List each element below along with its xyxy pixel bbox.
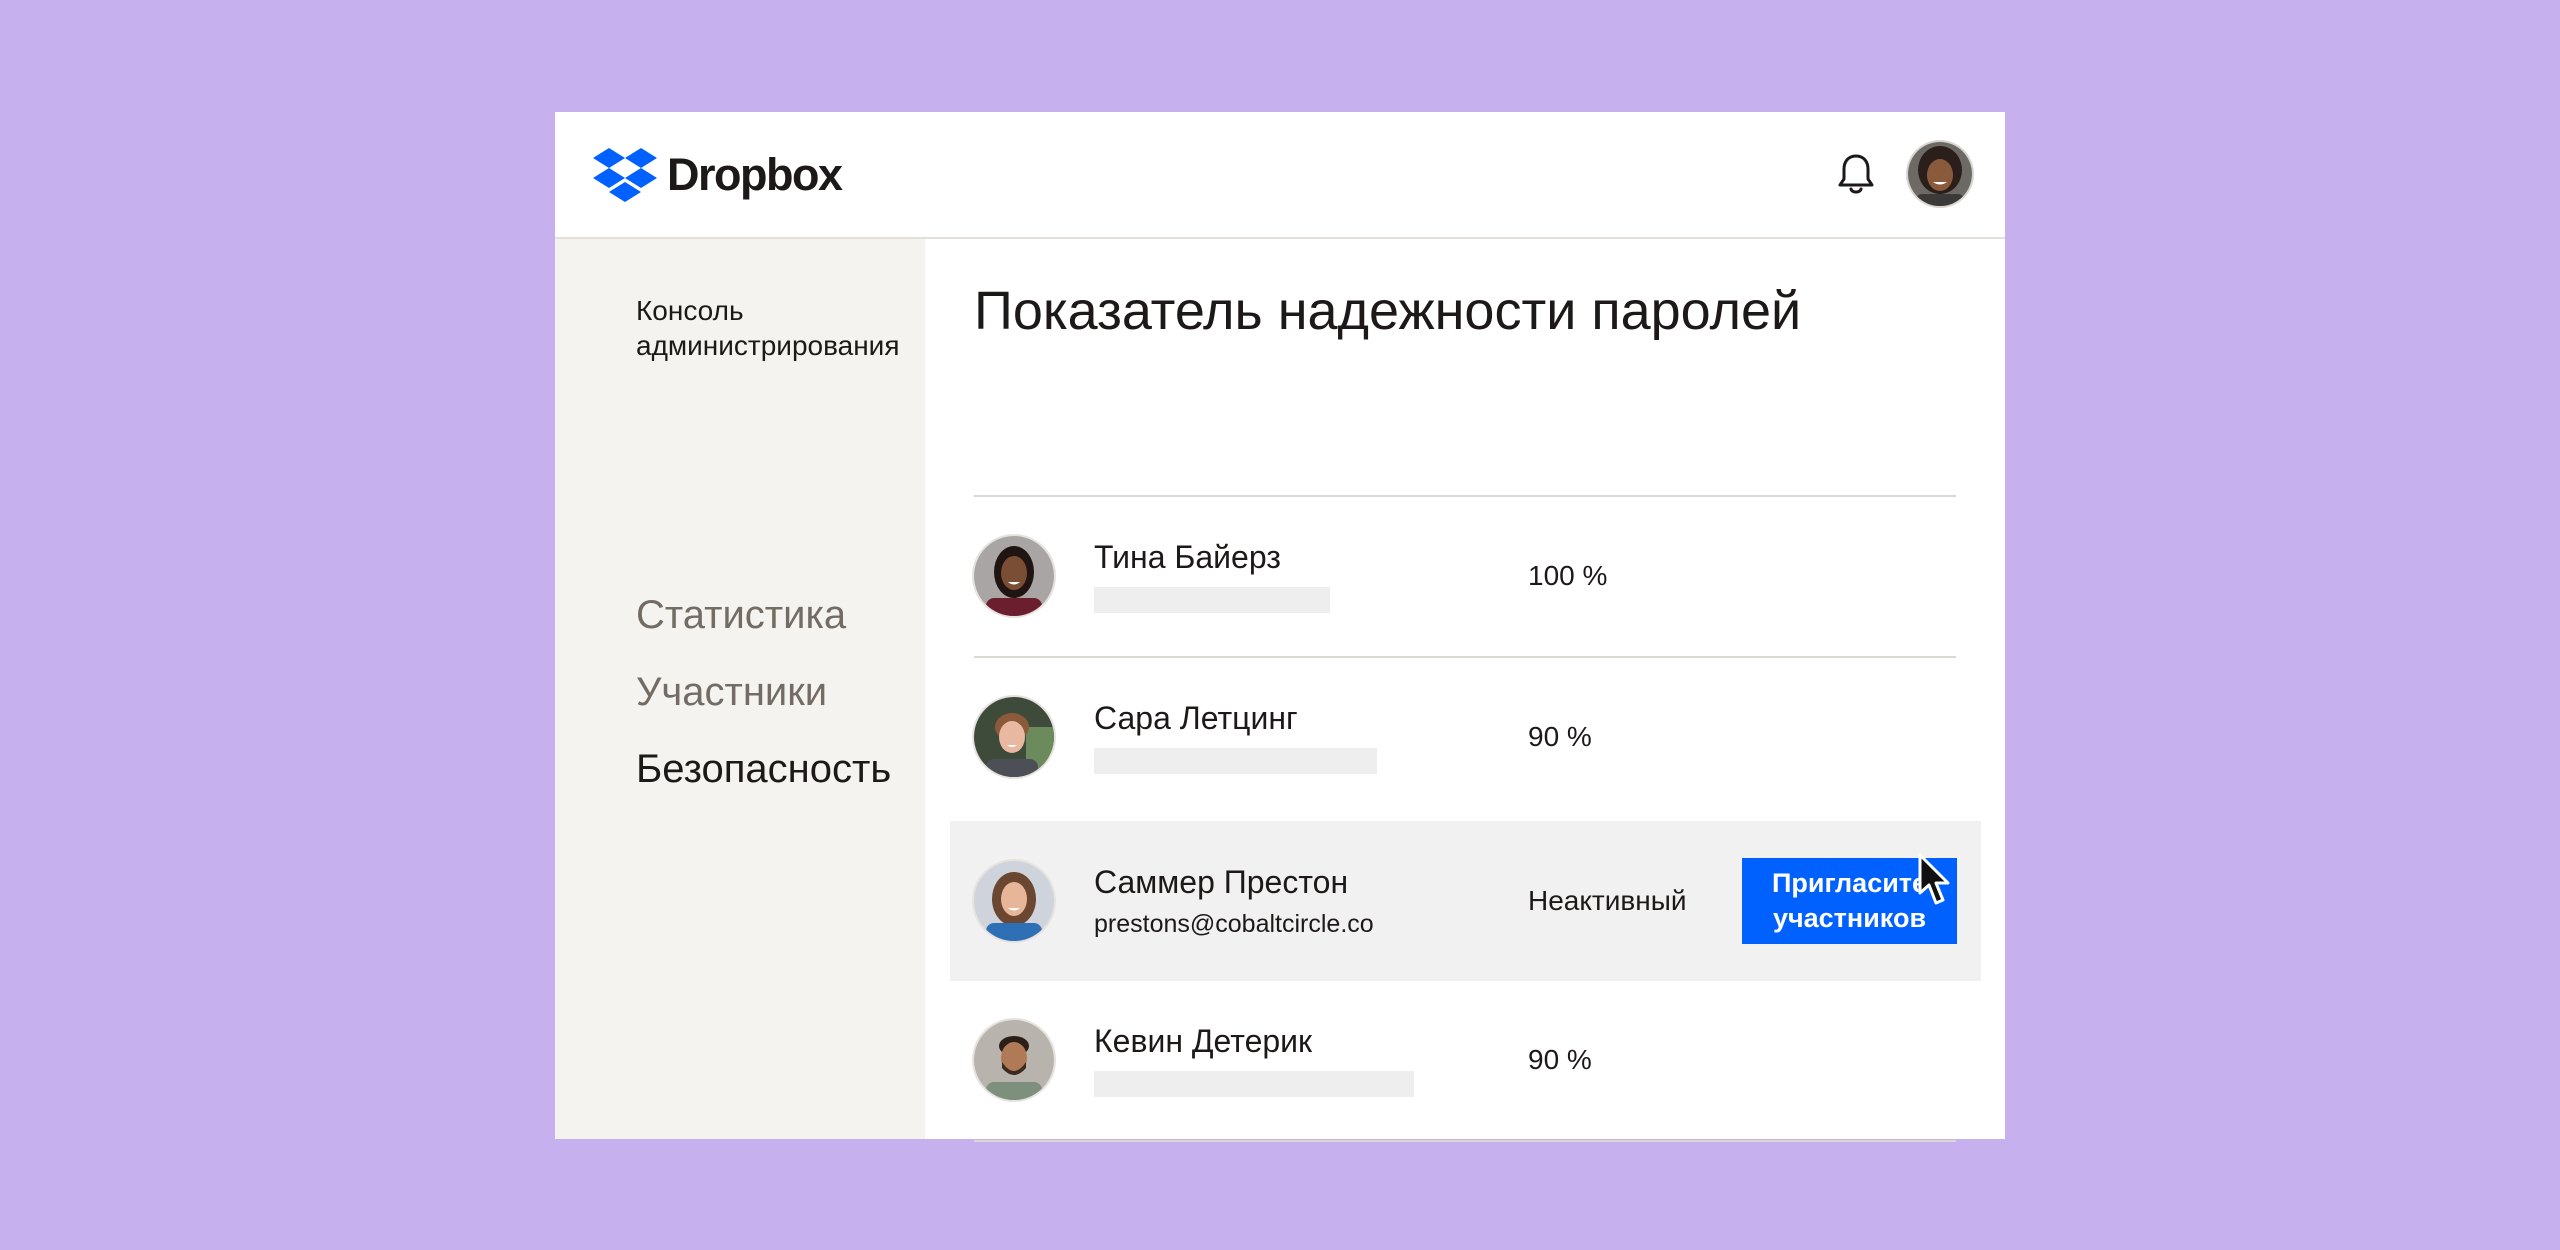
password-strength-bar — [1094, 748, 1377, 774]
page-title: Показатель надежности паролей — [974, 281, 1802, 341]
member-avatar — [974, 697, 1054, 777]
divider — [974, 1140, 1956, 1142]
dropbox-logo[interactable]: Dropbox — [593, 148, 843, 202]
sidebar-item-members[interactable]: Участники — [636, 669, 827, 715]
member-status: Неактивный — [1528, 885, 1687, 916]
main-content: Показатель надежности паролей Тина Байер… — [925, 239, 2005, 1142]
sidebar: Консоль администрирования Статистика Уча… — [555, 239, 925, 1139]
password-score: 90 % — [1528, 1044, 1592, 1075]
member-row[interactable]: Кевин Детерик 90 % — [950, 980, 1981, 1140]
member-row-highlighted[interactable]: Саммер Престон prestons@cobaltcircle.co … — [950, 821, 1981, 981]
member-row[interactable]: Сара Летцинг 90 % — [950, 657, 1981, 817]
password-strength-bar — [1094, 587, 1330, 613]
admin-console-window: Dropbox Консоль администрирования Статис… — [555, 112, 2005, 1142]
member-name: Саммер Престон — [1094, 864, 1349, 900]
member-email: prestons@cobaltcircle.co — [1094, 910, 1374, 938]
sidebar-item-security[interactable]: Безопасность — [636, 746, 891, 792]
member-avatar — [974, 861, 1054, 941]
password-score: 100 % — [1528, 560, 1608, 591]
member-name: Сара Летцинг — [1094, 700, 1298, 736]
member-name: Кевин Детерик — [1094, 1023, 1313, 1059]
password-score: 90 % — [1528, 721, 1592, 752]
mouse-pointer-icon — [1918, 853, 1950, 905]
admin-console-label: Консоль администрирования — [636, 295, 900, 361]
user-avatar[interactable] — [1908, 142, 1972, 206]
dropbox-logo-icon — [593, 148, 657, 202]
bell-icon[interactable] — [1836, 152, 1876, 196]
member-name: Тина Байерз — [1094, 539, 1281, 575]
member-avatar — [974, 1020, 1054, 1100]
top-bar: Dropbox — [555, 112, 2005, 239]
member-avatar — [974, 536, 1054, 616]
sidebar-item-statistics[interactable]: Статистика — [636, 592, 846, 638]
logo-text: Dropbox — [667, 149, 843, 200]
password-strength-bar — [1094, 1071, 1414, 1097]
member-row[interactable]: Тина Байерз 100 % — [950, 496, 1981, 656]
